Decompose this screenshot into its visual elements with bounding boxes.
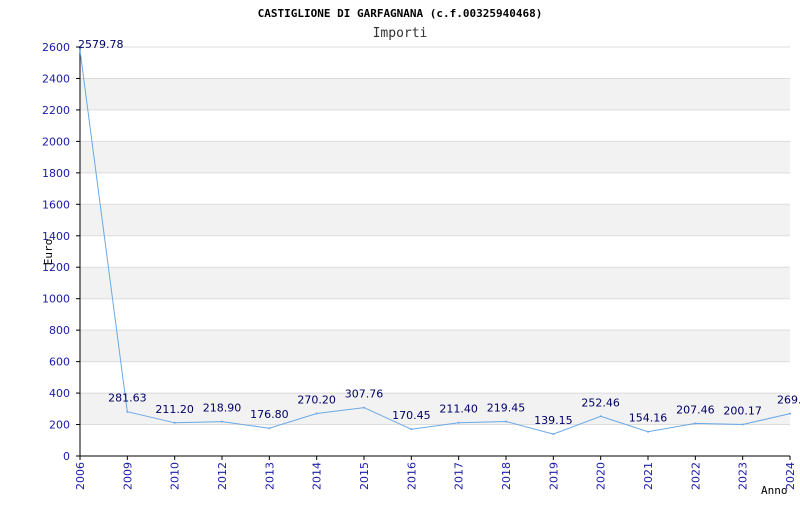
- data-point-2009: [126, 410, 129, 413]
- data-label-2024: 269.5: [777, 394, 800, 407]
- y-tick-label-2200: 2200: [42, 104, 70, 117]
- data-label-2016: 170.45: [392, 409, 431, 422]
- data-label-2020: 252.46: [581, 396, 620, 409]
- y-tick-label-2000: 2000: [42, 135, 70, 148]
- data-point-2017: [457, 421, 460, 424]
- chart: 0 200 400 600 800 1000 1200 1400 1600 1800 2000 220…: [0, 0, 800, 500]
- data-point-2023: [741, 423, 744, 426]
- data-label-2012: 218.90: [203, 402, 242, 415]
- y-tick-label-1000: 1000: [42, 293, 70, 306]
- x-tick-label-2012: 2012: [216, 462, 229, 490]
- y-tick-label-800: 800: [49, 324, 70, 337]
- band-1400: [80, 204, 790, 236]
- data-point-2022: [694, 422, 697, 425]
- chart-subtitle: Importi: [373, 26, 428, 41]
- data-point-2016: [410, 428, 413, 431]
- x-tick-label-2020: 2020: [595, 462, 608, 490]
- data-point-2024: [789, 412, 791, 415]
- x-tick-label-2018: 2018: [500, 462, 513, 490]
- x-axis-label: Anno: [761, 484, 788, 497]
- x-tick-label-2019: 2019: [547, 462, 560, 490]
- x-tick-labels: 2006 2009 2010 2012 2013 2014 2015 2016 2017 2018…: [74, 462, 797, 490]
- data-label-2006: 2579.78: [78, 38, 124, 51]
- x-tick-label-2009: 2009: [121, 462, 134, 490]
- data-label-2017: 211.40: [439, 403, 478, 416]
- data-point-2010: [173, 421, 176, 424]
- data-point-2018: [505, 420, 507, 423]
- data-point-2019: [552, 433, 555, 436]
- x-tick-label-2015: 2015: [358, 462, 371, 490]
- plot-background: [80, 78, 790, 425]
- data-point-2015: [363, 406, 365, 409]
- y-tick-label-2400: 2400: [42, 72, 70, 85]
- band-1000: [80, 267, 790, 299]
- y-tick-label-2600: 2600: [42, 41, 70, 54]
- data-point-2021: [647, 430, 649, 433]
- band-1800: [80, 141, 790, 173]
- y-tick-label-600: 600: [49, 356, 70, 369]
- data-point-2020: [599, 415, 602, 418]
- data-label-2015: 307.76: [345, 388, 384, 401]
- line-chart: 0200400600800100012001400160018002000220…: [42, 7, 800, 497]
- band-2200: [80, 78, 790, 110]
- data-label-2022: 207.46: [676, 403, 715, 416]
- y-tick-label-1800: 1800: [42, 167, 70, 180]
- data-point-2012: [221, 420, 223, 423]
- x-tick-label-2023: 2023: [737, 462, 750, 490]
- data-label-2021: 154.16: [629, 412, 668, 425]
- y-tick-label-400: 400: [49, 387, 70, 400]
- data-label-2009: 281.63: [108, 392, 147, 405]
- y-tick-label-200: 200: [49, 419, 70, 432]
- y-tick-label-1600: 1600: [42, 198, 70, 211]
- chart-title: CASTIGLIONE DI GARFAGNANA (c.f.003259404…: [258, 7, 543, 20]
- data-label-2014: 270.20: [297, 393, 336, 406]
- x-tick-label-2013: 2013: [263, 462, 276, 490]
- data-point-2013: [268, 427, 271, 430]
- band-600: [80, 330, 790, 362]
- x-tick-label-2010: 2010: [169, 462, 182, 490]
- data-label-2013: 176.80: [250, 408, 289, 421]
- data-point-2014: [315, 412, 318, 415]
- x-tick-label-2017: 2017: [453, 462, 466, 490]
- x-tick-label-2014: 2014: [311, 462, 324, 490]
- y-tick-label-0: 0: [63, 450, 70, 463]
- y-axis-label: Euro: [42, 239, 55, 266]
- x-tick-label-2006: 2006: [74, 462, 87, 490]
- x-tick-label-2022: 2022: [689, 462, 702, 490]
- data-label-2010: 211.20: [155, 403, 194, 416]
- x-tick-label-2016: 2016: [405, 462, 418, 490]
- data-label-2018: 219.45: [487, 401, 526, 414]
- x-tick-label-2021: 2021: [642, 462, 655, 490]
- data-label-2023: 200.17: [723, 405, 762, 418]
- data-label-2019: 139.15: [534, 414, 573, 427]
